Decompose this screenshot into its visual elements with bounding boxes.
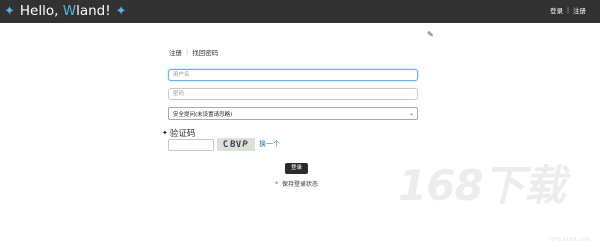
header-login-link[interactable]: 登录 <box>550 5 563 15</box>
captcha-label: ✦ 验证码 <box>162 127 195 139</box>
watermark: 168下载 QPS.it168.com <box>394 160 600 247</box>
sparkle-icon: ✦ <box>162 129 168 137</box>
captcha-image[interactable]: C B V P <box>217 138 255 151</box>
username-input[interactable] <box>168 69 418 81</box>
site-title: Hello, Wland! <box>19 3 111 19</box>
tab-register[interactable]: 注册 <box>169 47 182 57</box>
site-brand[interactable]: ✦ Hello, Wland! ✦ <box>4 1 127 22</box>
chevron-down-icon: ⌄ <box>408 110 414 117</box>
captcha-refresh-link[interactable]: 换一个 <box>259 139 280 149</box>
separator: | <box>186 48 189 56</box>
remember-login-toggle[interactable]: ✦ 保持登录状态 <box>274 179 319 189</box>
header-auth-links: 登录 | 注册 <box>550 5 586 16</box>
login-button[interactable]: 登录 <box>285 163 308 174</box>
separator: | <box>566 6 569 14</box>
header-register-link[interactable]: 注册 <box>573 5 586 15</box>
tab-find-password[interactable]: 找回密码 <box>192 47 218 57</box>
auth-tabs: 注册 | 找回密码 <box>169 47 218 57</box>
remember-login-label: 保持登录状态 <box>282 181 319 188</box>
top-navbar: ✦ Hello, Wland! ✦ 登录 | 注册 <box>0 0 600 23</box>
pencil-icon[interactable]: ✎ <box>427 30 436 39</box>
security-question-value: 安全提问(未设置请忽略) <box>173 111 233 118</box>
sparkle-icon: ✦ <box>4 4 15 19</box>
watermark-url: QPS.it168.com <box>549 237 590 243</box>
security-question-select[interactable]: 安全提问(未设置请忽略) ⌄ <box>168 107 418 120</box>
captcha-label-text: 验证码 <box>169 129 196 139</box>
watermark-text: 168下载 <box>398 161 566 210</box>
sparkle-icon: ✦ <box>274 179 280 187</box>
sparkle-icon: ✦ <box>115 4 127 19</box>
captcha-input[interactable] <box>168 139 214 151</box>
captcha-char: P <box>241 139 250 150</box>
password-input[interactable] <box>168 88 418 100</box>
